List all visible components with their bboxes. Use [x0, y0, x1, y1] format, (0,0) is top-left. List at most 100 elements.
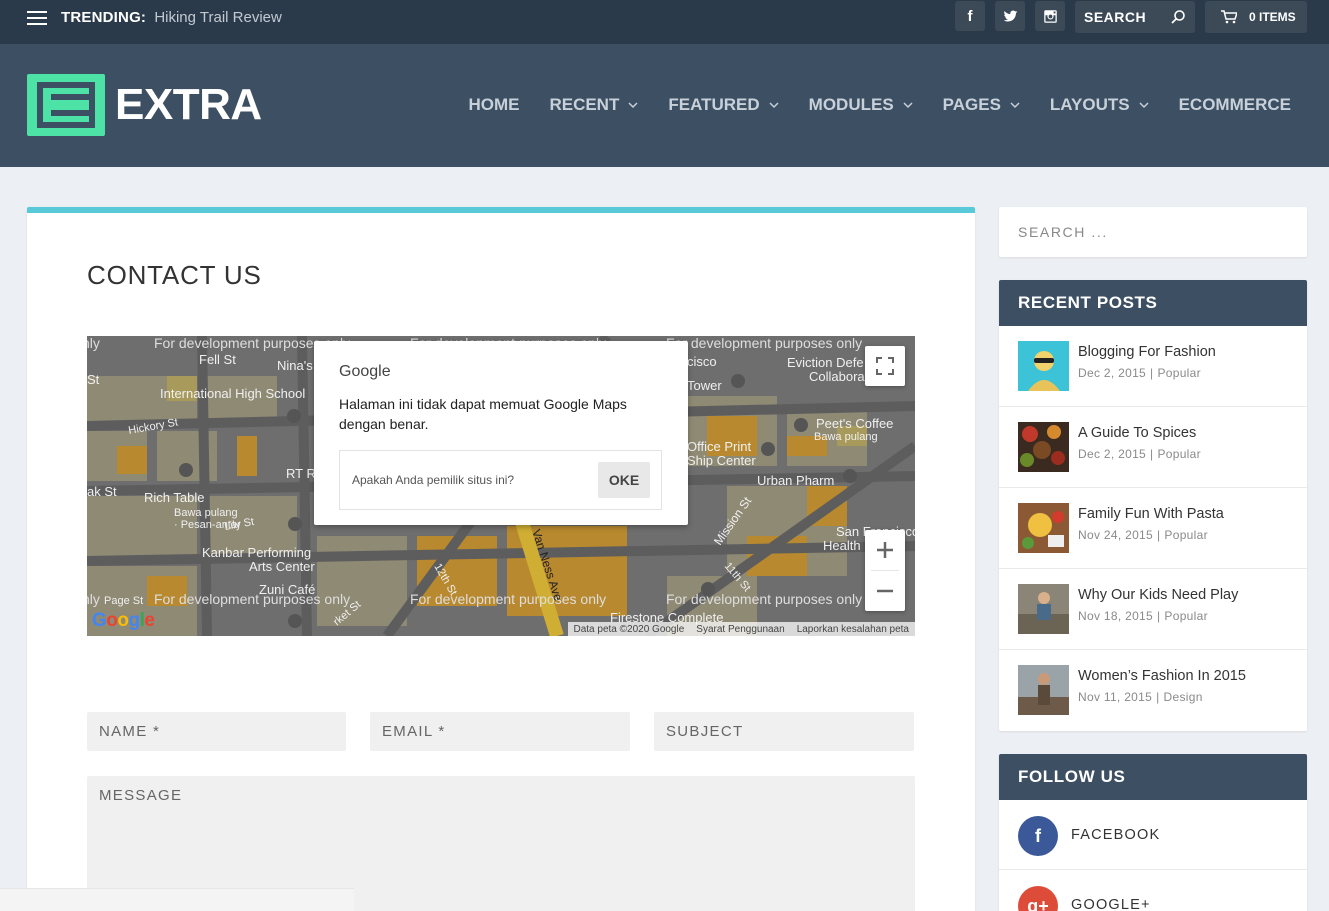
post-thumbnail[interactable]: [1018, 341, 1069, 391]
map-label: Kanbar Performing: [202, 545, 311, 560]
facebook-icon[interactable]: f: [955, 1, 985, 31]
sidebar-search-input[interactable]: [999, 207, 1307, 257]
search-icon[interactable]: [1170, 9, 1186, 25]
cart-icon: [1221, 10, 1237, 24]
nav-ecommerce[interactable]: ECOMMERCE: [1179, 95, 1291, 115]
zoom-in-button[interactable]: [865, 530, 905, 570]
cart-button[interactable]: 0 ITEMS: [1205, 1, 1307, 33]
map-label: ak St: [87, 484, 117, 499]
post-date: Dec 2, 2015: [1078, 366, 1147, 380]
name-field[interactable]: NAME *: [87, 712, 346, 751]
map-watermark: For development purposes only: [154, 591, 350, 607]
trending-link[interactable]: Hiking Trail Review: [154, 9, 282, 26]
post-meta: Nov 18, 2015 | Popular: [1078, 609, 1208, 623]
post-thumbnail[interactable]: [1018, 584, 1069, 634]
ok-button[interactable]: OKE: [598, 462, 650, 498]
subject-field[interactable]: SUBJECT: [654, 712, 914, 751]
post-title[interactable]: Family Fun With Pasta: [1078, 506, 1224, 522]
facebook-icon: f: [1018, 816, 1058, 856]
nav-label: MODULES: [808, 95, 894, 114]
nav-layouts[interactable]: LAYOUTS: [1050, 95, 1149, 115]
post-item[interactable]: Women’s Fashion In 2015 Nov 11, 2015 | Des…: [999, 650, 1307, 731]
google-brand: Google: [339, 363, 391, 380]
post-category[interactable]: Popular: [1164, 528, 1207, 542]
chevron-down-icon: [903, 101, 913, 108]
plus-icon: [877, 542, 893, 558]
map-pin-icon: [843, 469, 857, 483]
instagram-icon[interactable]: [1035, 1, 1065, 31]
map-watermark: For development purposes only: [666, 591, 862, 607]
follow-google-plus[interactable]: g+ GOOGLE+: [999, 870, 1307, 911]
nav-home[interactable]: HOME: [468, 95, 519, 115]
terms-link[interactable]: Syarat Penggunaan: [690, 624, 790, 635]
site-header: EXTRA HOME RECENT FEATURED MODULES PAGES…: [0, 44, 1329, 167]
map-label: RT R: [286, 466, 316, 481]
post-date: Nov 18, 2015: [1078, 609, 1153, 623]
minus-icon: [877, 589, 893, 593]
nav-modules[interactable]: MODULES: [809, 95, 913, 115]
post-category[interactable]: Design: [1164, 690, 1203, 704]
post-item[interactable]: Why Our Kids Need Play Nov 18, 2015 | Popu…: [999, 569, 1307, 650]
map-pin-icon: [288, 517, 302, 531]
map-label: Eviction Defe: [787, 355, 864, 370]
top-bar: TRENDING: Hiking Trail Review f 0 ITEMS: [0, 0, 1329, 44]
post-item[interactable]: Family Fun With Pasta Nov 24, 2015 | Popul…: [999, 488, 1307, 569]
nav-label: FEATURED: [668, 95, 760, 114]
chevron-down-icon: [628, 101, 638, 108]
twitter-icon[interactable]: [995, 1, 1025, 31]
map-label: St: [87, 372, 100, 387]
logo-icon: [27, 74, 105, 136]
map-label: Rich Table: [144, 490, 204, 505]
fullscreen-button[interactable]: [865, 346, 905, 386]
map-pin-icon: [179, 463, 193, 477]
map-label: Fell St: [199, 352, 236, 367]
menu-icon[interactable]: [27, 11, 47, 25]
map-pin-icon: [701, 582, 715, 596]
follow-facebook[interactable]: f FACEBOOK: [999, 800, 1307, 870]
widget-title: RECENT POSTS: [999, 280, 1307, 326]
post-thumbnail[interactable]: [1018, 422, 1069, 472]
post-category[interactable]: Popular: [1164, 609, 1207, 623]
post-category[interactable]: Popular: [1157, 447, 1200, 461]
post-thumbnail[interactable]: [1018, 665, 1069, 715]
map-label: Peet's Coffee: [816, 416, 893, 431]
owner-box: Apakah Anda pemilik situs ini? OKE: [339, 450, 662, 510]
post-meta: Nov 11, 2015 | Design: [1078, 690, 1203, 704]
map-watermark: nly: [87, 591, 100, 607]
post-title[interactable]: Why Our Kids Need Play: [1078, 587, 1238, 603]
nav-featured[interactable]: FEATURED: [668, 95, 779, 115]
post-meta: Nov 24, 2015 | Popular: [1078, 528, 1208, 542]
trending-label: TRENDING:: [61, 9, 147, 26]
map-label: Page St: [104, 595, 143, 607]
post-date: Nov 11, 2015: [1078, 690, 1153, 704]
recent-posts-widget: RECENT POSTS Blogging For Fashion Dec 2,…: [999, 280, 1307, 731]
post-item[interactable]: A Guide To Spices Dec 2, 2015 | Popular: [999, 407, 1307, 488]
post-category[interactable]: Popular: [1157, 366, 1200, 380]
map-label: Ship Center: [687, 453, 756, 468]
map-pin-icon: [794, 418, 808, 432]
post-thumbnail[interactable]: [1018, 503, 1069, 553]
map-label: cisco: [687, 354, 717, 369]
map-error-message: Halaman ini tidak dapat memuat Google Ma…: [339, 396, 627, 432]
follow-label: FACEBOOK: [1071, 827, 1161, 843]
email-field[interactable]: EMAIL *: [370, 712, 630, 751]
post-title[interactable]: A Guide To Spices: [1078, 425, 1196, 441]
page-title: CONTACT US: [87, 260, 262, 290]
google-map[interactable]: nly For development purposes only For de…: [87, 336, 915, 636]
map-watermark: nly: [87, 336, 100, 351]
fullscreen-icon: [876, 357, 894, 375]
chevron-down-icon: [1139, 101, 1149, 108]
zoom-out-button[interactable]: [865, 571, 905, 611]
top-search-input[interactable]: [1075, 1, 1167, 33]
post-item[interactable]: Blogging For Fashion Dec 2, 2015 | Popular: [999, 326, 1307, 407]
post-title[interactable]: Blogging For Fashion: [1078, 344, 1216, 360]
site-logo[interactable]: EXTRA: [27, 74, 262, 136]
google-plus-icon: g+: [1018, 886, 1058, 911]
post-title[interactable]: Women’s Fashion In 2015: [1078, 668, 1246, 684]
nav-recent[interactable]: RECENT: [549, 95, 638, 115]
report-error-link[interactable]: Laporkan kesalahan peta: [791, 624, 915, 635]
map-data-credit: Data peta ©2020 Google: [573, 623, 685, 635]
follow-us-widget: FOLLOW US f FACEBOOK g+ GOOGLE+: [999, 754, 1307, 911]
nav-pages[interactable]: PAGES: [943, 95, 1020, 115]
trending: TRENDING: Hiking Trail Review: [61, 9, 282, 26]
